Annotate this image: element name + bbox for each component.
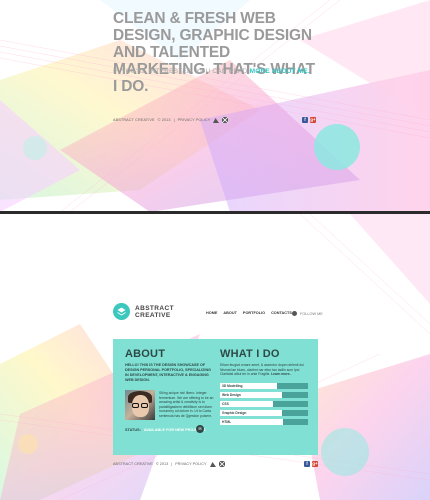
skill-label: HTML: [222, 420, 232, 424]
cross-pattern-icon: [222, 117, 229, 123]
more-about-me-link[interactable]: MORE ABOUT ME.: [250, 68, 310, 75]
skill-bar: Graphic Design: [220, 410, 308, 416]
footer-separator: |: [171, 462, 173, 466]
content-panel: ABOUT HELLO! THIS IS THE DESIGN SHOWCASE…: [113, 339, 318, 455]
copyright-text: ABSTRACT CREATIVE: [113, 462, 153, 466]
subline-text: IF YOU'RE INTERESTED, YOU CAN READ: [113, 68, 248, 75]
about-bio: Sit/ng ac/que nis/ libero. Integer ferme…: [159, 391, 214, 418]
logo-line1: ABSTRACT: [135, 304, 174, 312]
skill-label: 3D Modelling: [222, 384, 243, 388]
logo-line2: CREATIVE: [135, 311, 171, 319]
skill-bar: Web Design: [220, 392, 308, 398]
nav-item-about[interactable]: ABOUT: [223, 311, 237, 315]
footer: ABSTRACT CREATIVE © 2013 | PRIVACY POLIC…: [113, 461, 225, 467]
footer-separator: |: [173, 118, 175, 122]
learn-more-link[interactable]: Learn more..: [271, 372, 291, 376]
copyright-text: ABSTRACT CREATIVE: [113, 118, 155, 122]
facebook-icon[interactable]: f: [304, 461, 310, 467]
privacy-link[interactable]: PRIVACY POLICY: [178, 118, 211, 122]
main-nav: HOME ABOUT PORTFOLIO CONTACTS: [206, 311, 292, 315]
hero-section: CLEAN & FRESH WEB DESIGN, GRAPHIC DESIGN…: [0, 0, 430, 212]
skill-label: Web Design: [222, 393, 241, 397]
follow-me-label: FOLLOW ME: [300, 311, 323, 316]
mountain-icon: [213, 118, 220, 123]
skill-label: CSS: [222, 402, 229, 406]
googleplus-icon[interactable]: g+: [312, 461, 318, 467]
follow-me-link[interactable]: FOLLOW ME: [292, 311, 323, 316]
footer: ABSTRACT CREATIVE © 2013 | PRIVACY POLIC…: [113, 117, 229, 123]
copyright-year: © 2013: [155, 462, 169, 466]
facebook-icon[interactable]: f: [302, 117, 308, 123]
skills-list: 3D Modelling Web Design CSS Graphic Desi…: [220, 383, 308, 428]
googleplus-icon[interactable]: g+: [310, 117, 316, 123]
about-intro: HELLO! THIS IS THE DESIGN SHOWCASE OF DE…: [125, 363, 211, 382]
about-title: ABOUT: [125, 348, 166, 360]
privacy-link[interactable]: PRIVACY POLICY: [175, 462, 206, 466]
hero-subline: IF YOU'RE INTERESTED, YOU CAN READ MORE …: [113, 68, 310, 75]
logo-icon: [113, 303, 130, 320]
whatido-title: WHAT I DO: [220, 348, 280, 360]
hero-headline: CLEAN & FRESH WEB DESIGN, GRAPHIC DESIGN…: [113, 10, 315, 95]
twitter-icon: [292, 311, 297, 316]
nav-item-portfolio[interactable]: PORTFOLIO: [243, 311, 265, 315]
status-label: STATUS:: [125, 428, 141, 432]
about-page-section: ABSTRACT CREATIVE HOME ABOUT PORTFOLIO C…: [0, 214, 430, 500]
cross-pattern-icon: [218, 461, 225, 467]
nav-item-home[interactable]: HOME: [206, 311, 217, 315]
skill-bar: CSS: [220, 401, 308, 407]
status-line: STATUS: AVAILABLE FOR NEW PROJECTS: [125, 428, 206, 432]
skill-label: Graphic Design: [222, 411, 247, 415]
social-links: f g+: [304, 461, 318, 467]
copyright-year: © 2013: [157, 118, 171, 122]
skill-bar: HTML: [220, 419, 308, 425]
whatido-text: Etiam feugiat ornare amet, & assentor do…: [220, 363, 310, 377]
nav-item-contacts[interactable]: CONTACTS: [271, 311, 292, 315]
social-links: f g+: [302, 117, 316, 123]
mountain-icon: [209, 462, 216, 467]
profile-photo: [125, 390, 155, 420]
skill-bar: 3D Modelling: [220, 383, 308, 389]
site-logo[interactable]: ABSTRACT CREATIVE: [113, 303, 174, 320]
message-icon[interactable]: ✉: [196, 425, 204, 433]
